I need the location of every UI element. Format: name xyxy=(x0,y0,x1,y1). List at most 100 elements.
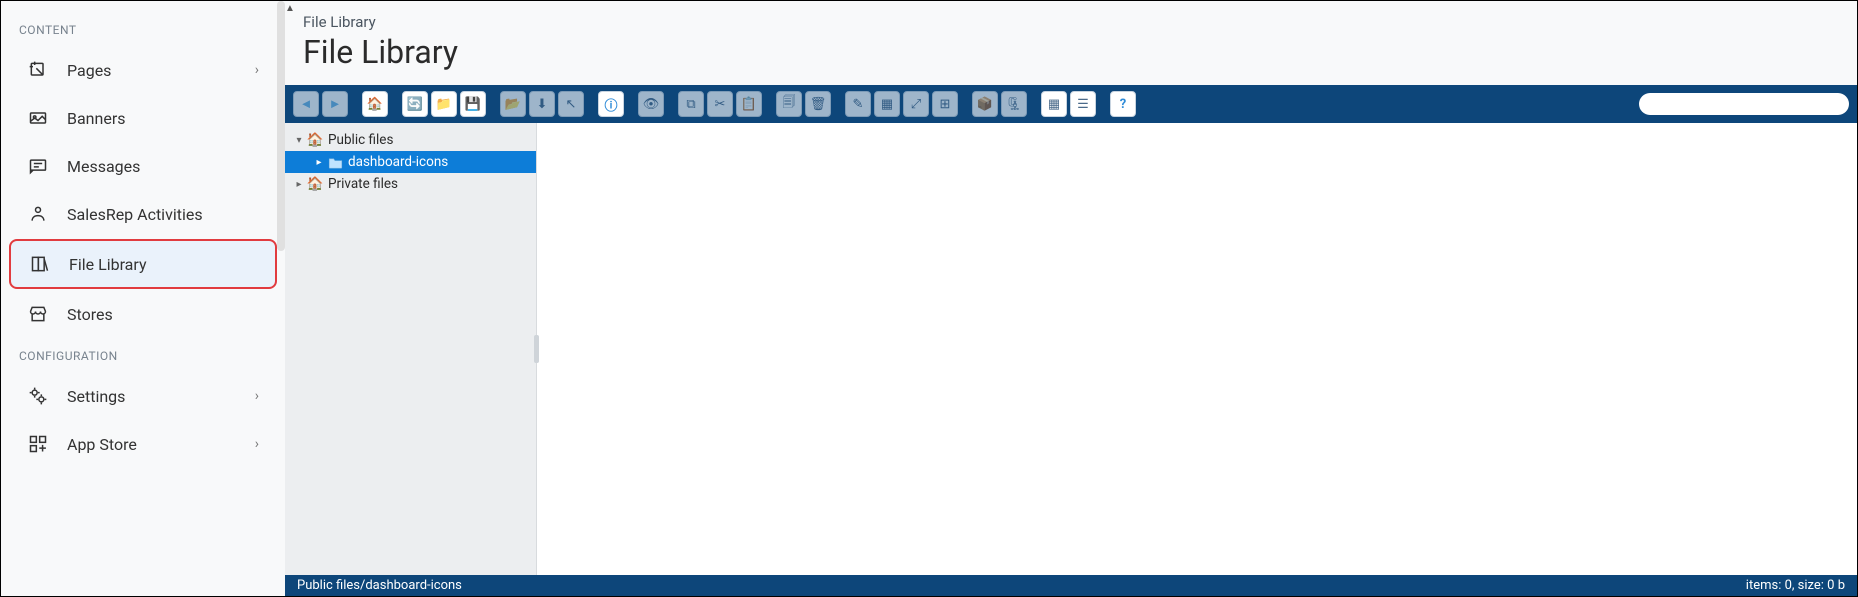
collapse-sidebar-button[interactable]: ▲ xyxy=(285,3,299,17)
open-button[interactable]: 📂 xyxy=(500,91,526,117)
extract-icon: 📦 xyxy=(977,97,993,112)
messages-icon xyxy=(27,155,49,177)
reload-icon: 🔄 xyxy=(407,97,423,112)
nav-item-salesrep[interactable]: SalesRep Activities xyxy=(9,191,277,237)
arrow-right-icon: ► xyxy=(329,96,342,112)
nav-item-stores[interactable]: Stores xyxy=(9,291,277,337)
home-icon: 🏠 xyxy=(307,132,323,148)
nav-label: Messages xyxy=(67,157,140,176)
main-content: ▲ File Library File Library ◄ ► 🏠 🔄 📁 💾 xyxy=(285,1,1857,596)
nav-label: Pages xyxy=(67,61,111,80)
nav-item-banners[interactable]: Banners xyxy=(9,95,277,141)
preview-button[interactable]: 👁 xyxy=(638,91,664,117)
nav-label: SalesRep Activities xyxy=(67,205,203,224)
nav-label: App Store xyxy=(67,435,137,454)
tree-resize-handle[interactable] xyxy=(534,335,539,363)
paste-button[interactable]: 📋 xyxy=(736,91,762,117)
page-title: File Library xyxy=(285,33,1857,85)
home-icon: 🏠 xyxy=(367,97,383,112)
chevron-right-icon: › xyxy=(255,388,259,404)
resize-button[interactable]: ⤢ xyxy=(903,91,929,117)
resize-icon: ⤢ xyxy=(911,97,921,112)
sidebar-scrollbar[interactable] xyxy=(277,1,285,251)
file-manager-toolbar: ◄ ► 🏠 🔄 📁 💾 📂 ⬇ ↖ ⓘ xyxy=(285,85,1857,123)
app-store-icon xyxy=(27,433,49,455)
status-path: Public files/dashboard-icons xyxy=(297,578,462,593)
delete-button[interactable]: 🗑 xyxy=(805,91,831,117)
download-icon: ⬇ xyxy=(537,97,548,112)
cut-button[interactable]: ✂ xyxy=(707,91,733,117)
settings-icon xyxy=(27,385,49,407)
status-bar: Public files/dashboard-icons items: 0, s… xyxy=(285,575,1857,596)
status-info: items: 0, size: 0 b xyxy=(1746,578,1845,593)
arrange-button[interactable]: ⊞ xyxy=(932,91,958,117)
chevron-right-icon: › xyxy=(255,62,259,78)
view-list-button[interactable]: ☰ xyxy=(1070,91,1096,117)
nav-label: File Library xyxy=(69,255,147,274)
edit-button[interactable]: ▦ xyxy=(874,91,900,117)
stores-icon xyxy=(27,303,49,325)
nav-item-app-store[interactable]: App Store › xyxy=(9,421,277,467)
eye-icon: 👁 xyxy=(643,97,660,112)
tree-label: Public files xyxy=(328,132,393,148)
tree-item-public-files[interactable]: ▾ 🏠 Public files xyxy=(285,129,536,151)
duplicate-icon: 🗐 xyxy=(783,93,796,115)
upload-button[interactable]: 💾 xyxy=(460,91,486,117)
forward-button[interactable]: ► xyxy=(322,91,348,117)
arrow-left-icon: ◄ xyxy=(300,96,313,112)
info-button[interactable]: ⓘ xyxy=(598,91,624,117)
back-button[interactable]: ◄ xyxy=(293,91,319,117)
pages-icon xyxy=(27,59,49,81)
tree-label: dashboard-icons xyxy=(348,154,448,170)
folder-icon xyxy=(327,154,343,170)
copy-icon: ⧉ xyxy=(686,97,695,112)
search-input[interactable] xyxy=(1639,93,1849,115)
view-list-icon: ☰ xyxy=(1077,97,1089,112)
section-header-config: CONFIGURATION xyxy=(1,339,285,371)
nav-item-messages[interactable]: Messages xyxy=(9,143,277,189)
new-folder-button[interactable]: 📁 xyxy=(431,91,457,117)
chevron-right-icon: › xyxy=(255,436,259,452)
duplicate-button[interactable]: 🗐 xyxy=(776,91,802,117)
trash-icon: 🗑 xyxy=(810,97,827,112)
tree-label: Private files xyxy=(328,176,398,192)
chevron-right-icon[interactable]: ▸ xyxy=(293,179,305,190)
download-button[interactable]: ⬇ xyxy=(529,91,555,117)
nav-label: Banners xyxy=(67,109,126,128)
extract-button[interactable]: 📦 xyxy=(972,91,998,117)
open-icon: 📂 xyxy=(505,97,521,112)
chevron-down-icon[interactable]: ▾ xyxy=(293,135,305,146)
sidebar: CONTENT Pages › Banners Messages SalesR xyxy=(1,1,285,596)
file-content-area[interactable] xyxy=(537,123,1857,575)
reload-button[interactable]: 🔄 xyxy=(402,91,428,117)
nav-item-pages[interactable]: Pages › xyxy=(9,47,277,93)
help-button[interactable]: ? xyxy=(1110,91,1136,117)
grid-icon: ⊞ xyxy=(940,97,951,112)
home-icon: 🏠 xyxy=(307,176,323,192)
folder-tree: ▾ 🏠 Public files ▸ dashboard-icons ▸ 🏠 xyxy=(285,123,537,575)
paste-icon: 📋 xyxy=(741,97,757,112)
nav-item-file-library[interactable]: File Library xyxy=(9,239,277,289)
cut-icon: ✂ xyxy=(715,97,726,112)
chevron-right-icon[interactable]: ▸ xyxy=(313,157,325,168)
file-manager-body: ▾ 🏠 Public files ▸ dashboard-icons ▸ 🏠 xyxy=(285,123,1857,575)
archive-icon: 🗜 xyxy=(1006,97,1023,112)
tree-item-dashboard-icons[interactable]: ▸ dashboard-icons xyxy=(285,151,536,173)
help-icon: ? xyxy=(1120,97,1126,112)
tree-item-private-files[interactable]: ▸ 🏠 Private files xyxy=(285,173,536,195)
edit-icon: ▦ xyxy=(881,97,893,112)
rename-button[interactable]: ✎ xyxy=(845,91,871,117)
nav-label: Stores xyxy=(67,305,113,324)
view-icons-icon: ▦ xyxy=(1048,97,1060,112)
copy-button[interactable]: ⧉ xyxy=(678,91,704,117)
archive-button[interactable]: 🗜 xyxy=(1001,91,1027,117)
nav-item-settings[interactable]: Settings › xyxy=(9,373,277,419)
home-button[interactable]: 🏠 xyxy=(362,91,388,117)
cursor-icon: ↖ xyxy=(566,97,577,112)
select-button[interactable]: ↖ xyxy=(558,91,584,117)
file-manager: ◄ ► 🏠 🔄 📁 💾 📂 ⬇ ↖ ⓘ xyxy=(285,85,1857,596)
folder-plus-icon: 📁 xyxy=(436,97,452,112)
banners-icon xyxy=(27,107,49,129)
breadcrumb: File Library xyxy=(285,1,1857,33)
view-icons-button[interactable]: ▦ xyxy=(1041,91,1067,117)
